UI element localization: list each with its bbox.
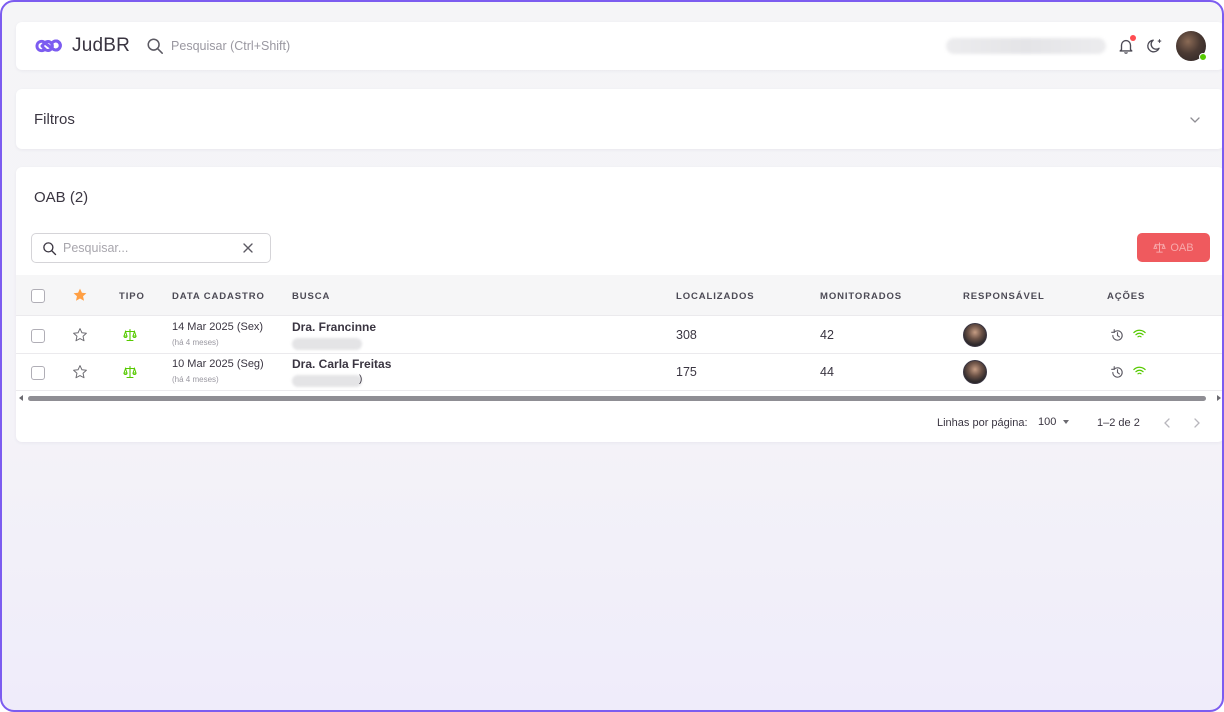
row-relative-date: (há 4 meses) xyxy=(172,338,219,347)
row-checkbox[interactable] xyxy=(31,329,45,343)
col-tipo[interactable]: TIPO xyxy=(119,291,145,302)
table-search-box xyxy=(31,233,271,263)
row-date: 14 Mar 2025 (Sex) xyxy=(172,321,264,333)
theme-toggle-button[interactable] xyxy=(1146,37,1164,55)
app-name: JudBR xyxy=(72,35,131,56)
blurred-user-info xyxy=(946,38,1106,54)
horizontal-scrollbar[interactable] xyxy=(16,393,1222,403)
monitoring-signal-icon[interactable] xyxy=(1132,363,1147,378)
table-row[interactable]: 10 Mar 2025 (Seg) (há 4 meses) Dra. Carl… xyxy=(16,354,1222,391)
col-acoes[interactable]: AÇÕES xyxy=(1107,291,1145,302)
responsible-avatar xyxy=(963,323,987,347)
scale-icon xyxy=(1153,242,1167,253)
caret-down-icon xyxy=(1063,420,1070,424)
row-date: 10 Mar 2025 (Seg) xyxy=(172,358,264,370)
chevron-down-icon[interactable] xyxy=(1188,113,1202,127)
responsible-avatar xyxy=(963,360,987,384)
top-navbar: JudBR Pesquisar (Ctrl+Shift) xyxy=(16,22,1222,70)
table-row[interactable]: 14 Mar 2025 (Sex) (há 4 meses) Dra. Fran… xyxy=(16,317,1222,354)
history-icon[interactable] xyxy=(1110,328,1125,343)
pagination-range: 1–2 de 2 xyxy=(1097,417,1140,429)
search-icon xyxy=(43,241,57,255)
star-filled-icon[interactable] xyxy=(72,287,88,303)
row-relative-date: (há 4 meses) xyxy=(172,375,219,384)
col-localizados[interactable]: LOCALIZADOS xyxy=(676,291,755,302)
star-outline-icon[interactable] xyxy=(72,327,88,343)
history-icon[interactable] xyxy=(1110,365,1125,380)
row-localizados: 308 xyxy=(676,328,697,342)
rows-per-page-select[interactable]: 100 xyxy=(1038,416,1070,428)
monitoring-signal-icon[interactable] xyxy=(1132,326,1147,341)
moon-icon xyxy=(1147,39,1162,53)
oab-card: OAB (2) OAB TIPO DATA CAD xyxy=(16,167,1222,442)
notifications-button[interactable] xyxy=(1117,35,1136,55)
col-monitorados[interactable]: MONITORADOS xyxy=(820,291,902,302)
col-responsavel[interactable]: RESPONSÁVEL xyxy=(963,291,1045,302)
filters-title: Filtros xyxy=(34,111,75,128)
row-name[interactable]: Dra. Francinne xyxy=(292,320,376,334)
row-name[interactable]: Dra. Carla Freitas xyxy=(292,357,391,371)
app-logo[interactable]: JudBR xyxy=(34,35,130,57)
scroll-left-arrow-icon[interactable] xyxy=(19,395,23,401)
row-blurred-detail xyxy=(292,375,362,387)
rows-per-page-label: Linhas por página: xyxy=(937,417,1028,429)
filters-panel[interactable]: Filtros xyxy=(16,89,1222,149)
chevron-left-icon[interactable] xyxy=(1161,416,1173,430)
row-monitorados: 44 xyxy=(820,365,834,379)
global-search-placeholder: Pesquisar (Ctrl+Shift) xyxy=(171,39,291,53)
select-all-checkbox[interactable] xyxy=(31,289,45,303)
scale-icon xyxy=(123,328,137,342)
logo-icon xyxy=(35,39,62,53)
row-monitorados: 42 xyxy=(820,328,834,342)
online-status-badge xyxy=(1199,53,1207,61)
global-search-trigger[interactable]: Pesquisar (Ctrl+Shift) xyxy=(146,37,290,55)
row-blurred-detail xyxy=(292,338,362,350)
search-icon xyxy=(147,38,163,54)
row-checkbox[interactable] xyxy=(31,366,45,380)
star-outline-icon[interactable] xyxy=(72,364,88,380)
clear-search-icon[interactable] xyxy=(242,242,254,254)
user-avatar[interactable] xyxy=(1176,31,1207,61)
rows-per-page-value: 100 xyxy=(1038,416,1057,428)
chevron-right-icon[interactable] xyxy=(1191,416,1203,430)
scale-icon xyxy=(123,365,137,379)
col-data-cadastro[interactable]: DATA CADASTRO xyxy=(172,291,265,302)
row-localizados: 175 xyxy=(676,365,697,379)
table-search-input[interactable] xyxy=(63,241,242,255)
col-busca[interactable]: BUSCA xyxy=(292,291,330,302)
oab-title: OAB (2) xyxy=(34,189,89,206)
add-oab-label: OAB xyxy=(1170,241,1194,254)
table-header: TIPO DATA CADASTRO BUSCA LOCALIZADOS MON… xyxy=(16,275,1222,316)
scroll-right-arrow-icon[interactable] xyxy=(1217,395,1221,401)
row-paren: ) xyxy=(359,374,363,385)
notification-dot xyxy=(1130,35,1136,41)
add-oab-button[interactable]: OAB xyxy=(1137,233,1210,262)
scrollbar-thumb[interactable] xyxy=(28,396,1206,401)
app-frame: JudBR Pesquisar (Ctrl+Shift) Filtros OAB… xyxy=(0,0,1224,712)
